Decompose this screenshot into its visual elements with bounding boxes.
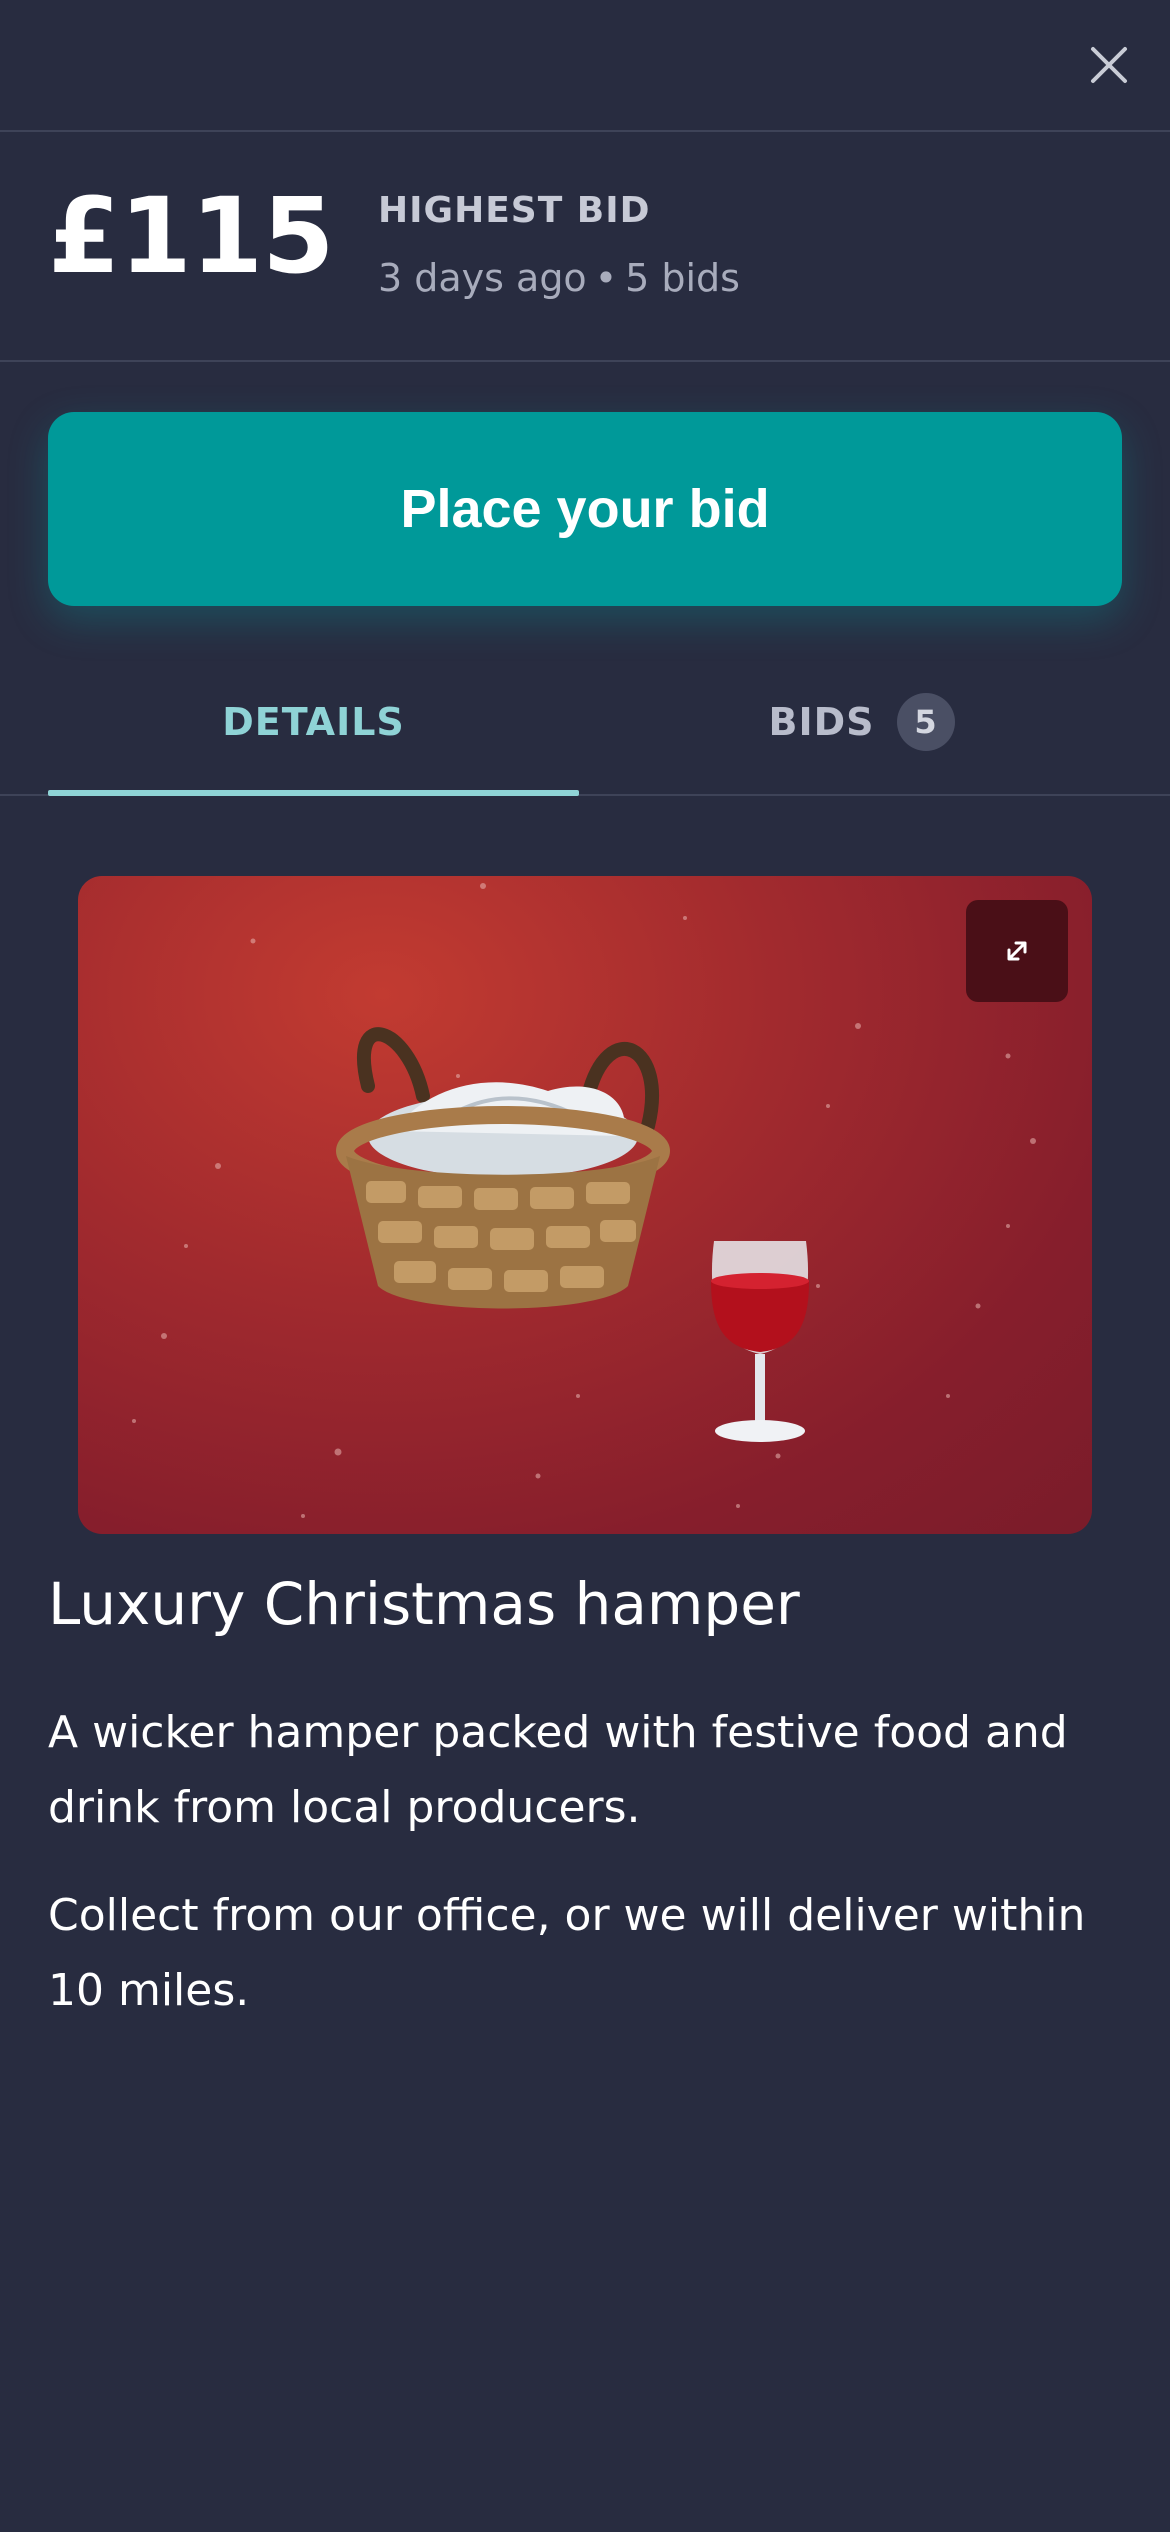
- item-image[interactable]: [78, 876, 1092, 1534]
- bids-count-badge: 5: [896, 693, 955, 751]
- tab-details-label: DETAILS: [222, 700, 405, 744]
- close-icon: [1091, 47, 1127, 83]
- expand-icon: [1007, 941, 1027, 961]
- tab-details[interactable]: DETAILS: [48, 650, 579, 796]
- tab-bids-label: BIDS: [768, 700, 875, 744]
- meta-separator: •: [594, 256, 618, 300]
- tab-bids[interactable]: BIDS 5: [579, 650, 1144, 794]
- wine-glass-icon: [711, 1241, 809, 1442]
- item-description-paragraph: A wicker hamper packed with festive food…: [48, 1707, 1068, 1833]
- item-delivery-paragraph: Collect from our office, or we will deli…: [48, 1890, 1086, 2016]
- bid-time-ago: 3 days ago: [378, 256, 587, 300]
- basket-icon: [336, 1027, 670, 1309]
- highest-bid-amount: £115: [48, 175, 334, 297]
- bid-count-text: 5 bids: [625, 256, 740, 300]
- active-tab-indicator: [48, 790, 579, 796]
- highest-bid-label: HIGHEST BID: [378, 190, 651, 231]
- tab-bar: DETAILS BIDS 5: [0, 650, 1170, 796]
- item-title: Luxury Christmas hamper: [48, 1570, 800, 1638]
- bid-meta: 3 days ago • 5 bids: [378, 256, 740, 300]
- bid-summary: £115 HIGHEST BID 3 days ago • 5 bids: [0, 132, 1170, 362]
- item-illustration: [132, 883, 1036, 1518]
- top-bar: [0, 0, 1170, 132]
- expand-image-button[interactable]: [966, 900, 1068, 1002]
- close-button[interactable]: [1074, 30, 1144, 100]
- place-bid-button[interactable]: Place your bid: [48, 412, 1122, 606]
- item-detail-screen: £115 HIGHEST BID 3 days ago • 5 bids Place…: [0, 0, 1170, 2532]
